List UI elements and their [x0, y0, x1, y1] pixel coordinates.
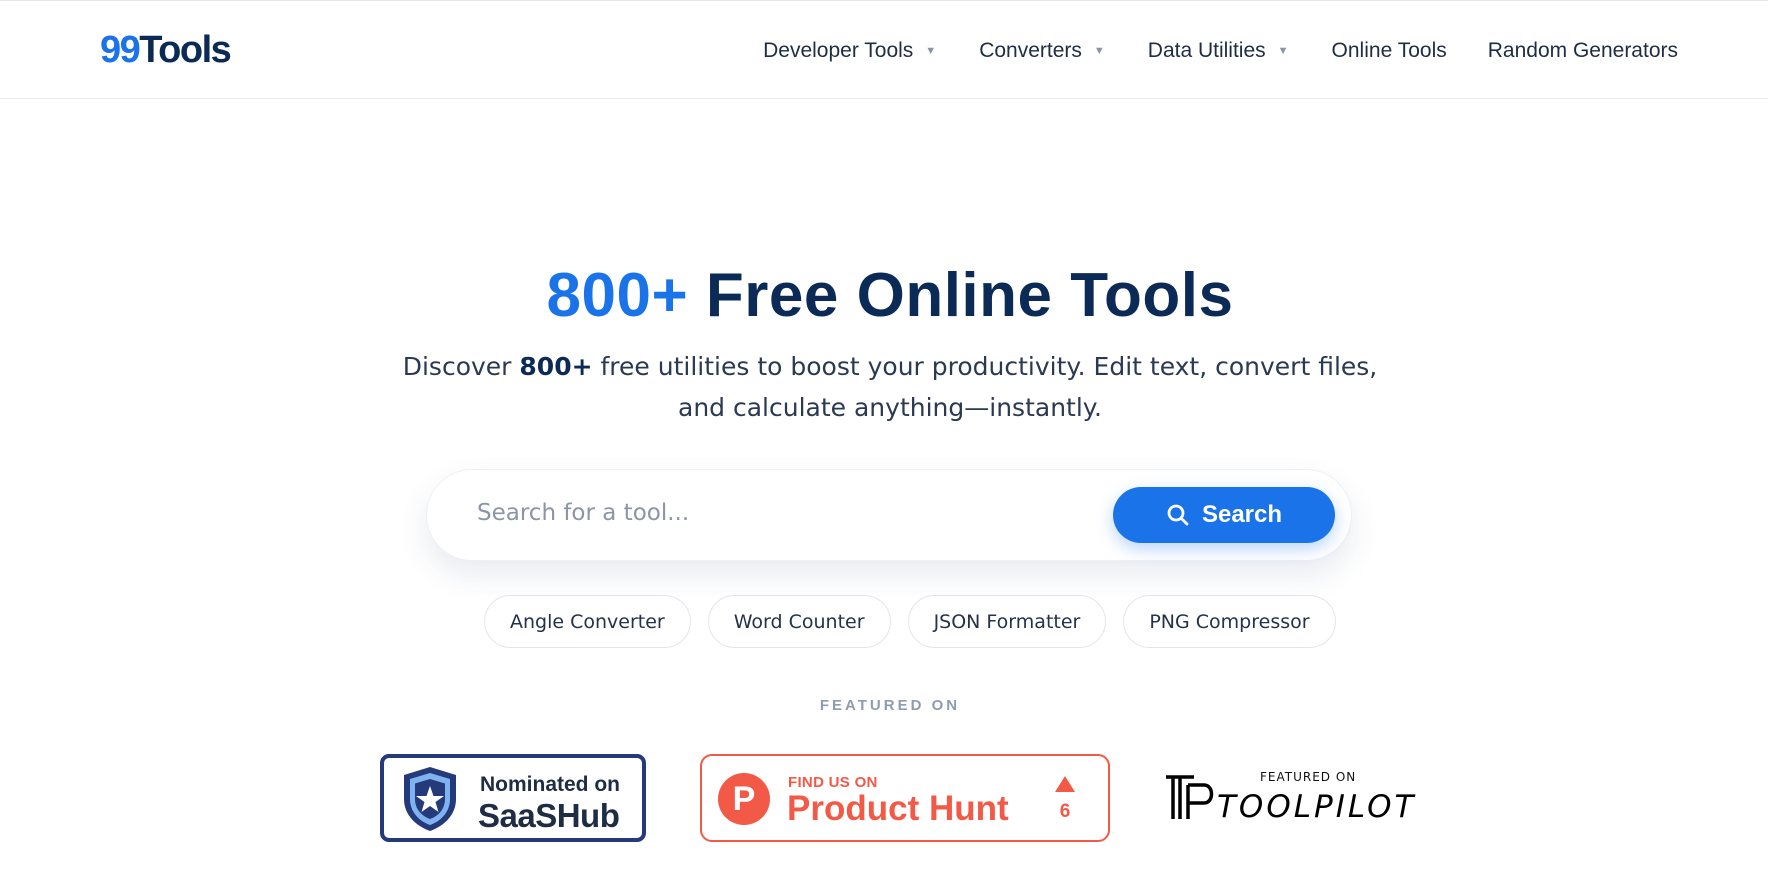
nav-online-tools[interactable]: Online Tools: [1332, 39, 1447, 63]
nav-random-generators[interactable]: Random Generators: [1488, 39, 1678, 63]
nav-label: Data Utilities: [1147, 38, 1266, 62]
hero-title: 800+ Free Online Tools: [0, 258, 1768, 334]
toolpilot-main-text: TOOLPILOT: [1217, 789, 1417, 825]
site-header: 99Tools Developer Tools ▼ Converters ▼ D…: [0, 0, 1768, 99]
chip-angle-converter[interactable]: Angle Converter: [484, 595, 691, 648]
search-icon: [1167, 504, 1189, 526]
producthunt-main-text: Product Hunt: [787, 789, 1009, 828]
hero-title-rest: Free Online Tools: [705, 261, 1234, 330]
nav-data-utilities[interactable]: Data Utilities ▼: [1148, 39, 1289, 63]
saashub-top-text: Nominated on: [480, 773, 620, 796]
chip-png-compressor[interactable]: PNG Compressor: [1123, 595, 1336, 648]
popular-tools: Angle Converter Word Counter JSON Format…: [484, 595, 1336, 648]
logo[interactable]: 99Tools: [100, 27, 232, 73]
nav-converters[interactable]: Converters ▼: [979, 39, 1105, 63]
toolpilot-top-text: FEATURED ON: [1260, 770, 1357, 784]
producthunt-logo-icon: P: [718, 773, 770, 825]
saashub-main-text: SaaSHub: [478, 797, 620, 834]
hero-subtitle-pre: Discover: [402, 352, 512, 381]
saashub-badge[interactable]: Nominated on SaaSHub: [380, 754, 646, 842]
logo-word: Tools: [139, 29, 232, 71]
caret-down-icon: ▼: [1093, 44, 1105, 57]
hero-subtitle-bold: 800+: [519, 352, 593, 381]
chip-json-formatter[interactable]: JSON Formatter: [907, 595, 1107, 648]
main-nav: Developer Tools ▼ Converters ▼ Data Util…: [763, 1, 1678, 100]
search-input[interactable]: [477, 488, 1077, 538]
hero-subtitle-line2: and calculate anything—instantly.: [678, 393, 1102, 422]
chip-word-counter[interactable]: Word Counter: [707, 595, 891, 648]
hero-subtitle: Discover 800+ free utilities to boost yo…: [384, 346, 1396, 428]
upvote-count: 6: [1059, 801, 1071, 822]
nav-label: Developer Tools: [763, 38, 914, 62]
logo-number: 99: [100, 29, 141, 71]
toolpilot-badge[interactable]: FEATURED ON TOOLPILOT: [1164, 770, 1414, 826]
hero-title-accent: 800+: [546, 261, 689, 330]
featured-label: FEATURED ON: [819, 697, 961, 714]
caret-down-icon: ▼: [1277, 44, 1289, 57]
nav-label: Converters: [979, 38, 1082, 62]
search-button-label: Search: [1201, 501, 1283, 528]
hero-subtitle-post: free utilities to boost your productivit…: [600, 352, 1378, 381]
nav-label: Online Tools: [1331, 38, 1447, 62]
search-button[interactable]: Search: [1113, 487, 1335, 543]
producthunt-badge[interactable]: P FIND US ON Product Hunt 6: [700, 754, 1110, 842]
caret-down-icon: ▼: [925, 44, 937, 57]
search-bar: Search: [426, 469, 1352, 561]
nav-developer-tools[interactable]: Developer Tools ▼: [763, 39, 936, 63]
upvote-arrow-icon: [1055, 776, 1075, 792]
toolpilot-logo-icon: [1166, 775, 1214, 819]
shield-star-icon: [404, 767, 456, 831]
nav-label: Random Generators: [1487, 38, 1678, 62]
